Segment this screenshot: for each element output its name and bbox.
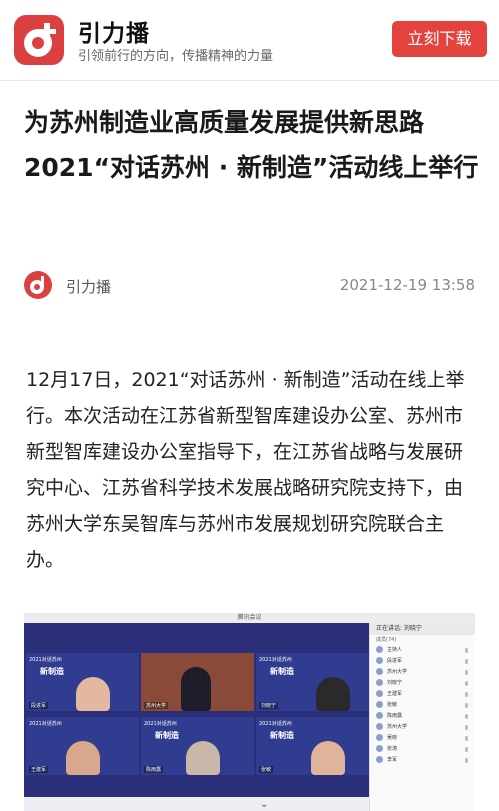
participant-row: 苏州大学 bbox=[370, 722, 475, 733]
participant-figure bbox=[181, 667, 211, 711]
tile-label: 2021对话苏州 bbox=[259, 721, 292, 727]
yinlibo-logo-icon bbox=[14, 15, 64, 65]
tile-label: 2021对话苏州 bbox=[259, 657, 292, 663]
participant-name: 李军 bbox=[387, 757, 398, 763]
participant-name: 苏州大学 bbox=[387, 669, 408, 675]
participant-row: 张涛 bbox=[370, 744, 475, 755]
tile-logo: 新制造 bbox=[270, 667, 294, 676]
tile-name: 张敏 bbox=[259, 766, 274, 773]
avatar-icon bbox=[376, 723, 383, 730]
app-slogan: 引领前行的方向，传播精神的力量 bbox=[78, 49, 274, 64]
mic-icon bbox=[465, 681, 468, 686]
publish-time: 2021-12-19 13:58 bbox=[339, 276, 475, 294]
tile-name: 刘晓宁 bbox=[259, 702, 279, 709]
video-tile: 2021对话苏州 新制造 段进军 bbox=[26, 653, 139, 711]
participant-figure bbox=[316, 677, 350, 711]
mic-icon bbox=[465, 648, 468, 653]
participant-name: 王建军 bbox=[387, 691, 403, 697]
mic-icon bbox=[465, 703, 468, 708]
avatar-icon bbox=[376, 756, 383, 763]
meeting-toolbar: ⌄ bbox=[24, 797, 369, 811]
video-grid: 2021对话苏州 新制造 段进军 苏州大学 2021对话苏州 新制造 刘晓宁 2… bbox=[24, 623, 369, 811]
participant-name: 陈雨露 bbox=[387, 713, 403, 719]
article-title: 为苏州制造业高质量发展提供新思路2021“对话苏州 · 新制造”活动线上举行 bbox=[24, 108, 479, 182]
chevron-down-icon: ⌄ bbox=[260, 799, 269, 810]
avatar-icon bbox=[376, 690, 383, 697]
video-tile: 2021对话苏州 新制造 陈雨露 bbox=[141, 717, 254, 775]
mic-icon bbox=[465, 670, 468, 675]
avatar-icon bbox=[376, 679, 383, 686]
video-tile: 2021对话苏州 王建军 bbox=[26, 717, 139, 775]
participants-panel: 正在讲话: 刘晓宁 成员(74) 主持人 段进军 苏州大学 刘晓宁 王建军 张敏… bbox=[369, 623, 475, 811]
source-name[interactable]: 引力播 bbox=[66, 276, 111, 297]
avatar-icon bbox=[376, 646, 383, 653]
participant-name: 苏州大学 bbox=[387, 724, 408, 730]
participant-name: 主持人 bbox=[387, 647, 403, 653]
avatar-icon bbox=[376, 712, 383, 719]
participant-row: 王建军 bbox=[370, 689, 475, 700]
mic-icon bbox=[465, 725, 468, 730]
participant-row: 主持人 bbox=[370, 645, 475, 656]
participant-row: 张敏 bbox=[370, 700, 475, 711]
tile-label: 2021对话苏州 bbox=[29, 721, 62, 727]
app-name: 引力播 bbox=[78, 21, 150, 47]
avatar-icon bbox=[376, 668, 383, 675]
mic-icon bbox=[465, 736, 468, 741]
participant-name: 吴晓 bbox=[387, 735, 398, 741]
mic-icon bbox=[465, 758, 468, 763]
tile-label: 2021对话苏州 bbox=[144, 721, 177, 727]
participant-row: 吴晓 bbox=[370, 733, 475, 744]
participant-figure bbox=[311, 741, 345, 775]
participant-figure bbox=[186, 741, 220, 775]
participant-figure bbox=[66, 741, 100, 775]
video-tile: 2021对话苏州 新制造 张敏 bbox=[256, 717, 369, 775]
participant-row: 段进军 bbox=[370, 656, 475, 667]
tile-label: 2021对话苏州 bbox=[29, 657, 62, 663]
tile-logo: 新制造 bbox=[155, 731, 179, 740]
download-button[interactable]: 立刻下载 bbox=[392, 21, 487, 57]
video-tile: 苏州大学 bbox=[141, 653, 254, 711]
participant-row: 陈雨露 bbox=[370, 711, 475, 722]
participant-figure bbox=[76, 677, 110, 711]
source-avatar-icon[interactable] bbox=[24, 271, 52, 299]
window-title: 腾讯会议 bbox=[24, 613, 475, 623]
tile-logo: 新制造 bbox=[40, 667, 64, 676]
participant-row: 刘晓宁 bbox=[370, 678, 475, 689]
avatar-icon bbox=[376, 734, 383, 741]
participant-row: 李军 bbox=[370, 755, 475, 766]
avatar-icon bbox=[376, 701, 383, 708]
participant-name: 张涛 bbox=[387, 746, 398, 752]
mic-icon bbox=[465, 692, 468, 697]
meeting-screenshot-image: 腾讯会议 2021对话苏州 新制造 段进军 苏州大学 2021对话苏州 新制造 … bbox=[24, 613, 475, 811]
mic-icon bbox=[465, 747, 468, 752]
avatar-icon bbox=[376, 657, 383, 664]
tile-name: 段进军 bbox=[29, 702, 49, 709]
avatar-icon bbox=[376, 745, 383, 752]
tile-name: 苏州大学 bbox=[144, 702, 169, 709]
article-body: 12月17日，2021“对话苏州 · 新制造”活动在线上举行。本次活动在江苏省新… bbox=[26, 369, 465, 571]
panel-subtitle: 成员(74) bbox=[376, 637, 397, 643]
tile-logo: 新制造 bbox=[270, 731, 294, 740]
participant-row: 苏州大学 bbox=[370, 667, 475, 678]
participant-name: 段进军 bbox=[387, 658, 403, 664]
tile-name: 王建军 bbox=[29, 766, 49, 773]
tile-name: 陈雨露 bbox=[144, 766, 164, 773]
video-tile: 2021对话苏州 新制造 刘晓宁 bbox=[256, 653, 369, 711]
participant-name: 张敏 bbox=[387, 702, 398, 708]
panel-title: 正在讲话: 刘晓宁 bbox=[370, 623, 475, 635]
participant-name: 刘晓宁 bbox=[387, 680, 403, 686]
mic-icon bbox=[465, 659, 468, 664]
app-header: 引力播 引领前行的方向，传播精神的力量 立刻下载 bbox=[0, 0, 499, 81]
mic-icon bbox=[465, 714, 468, 719]
